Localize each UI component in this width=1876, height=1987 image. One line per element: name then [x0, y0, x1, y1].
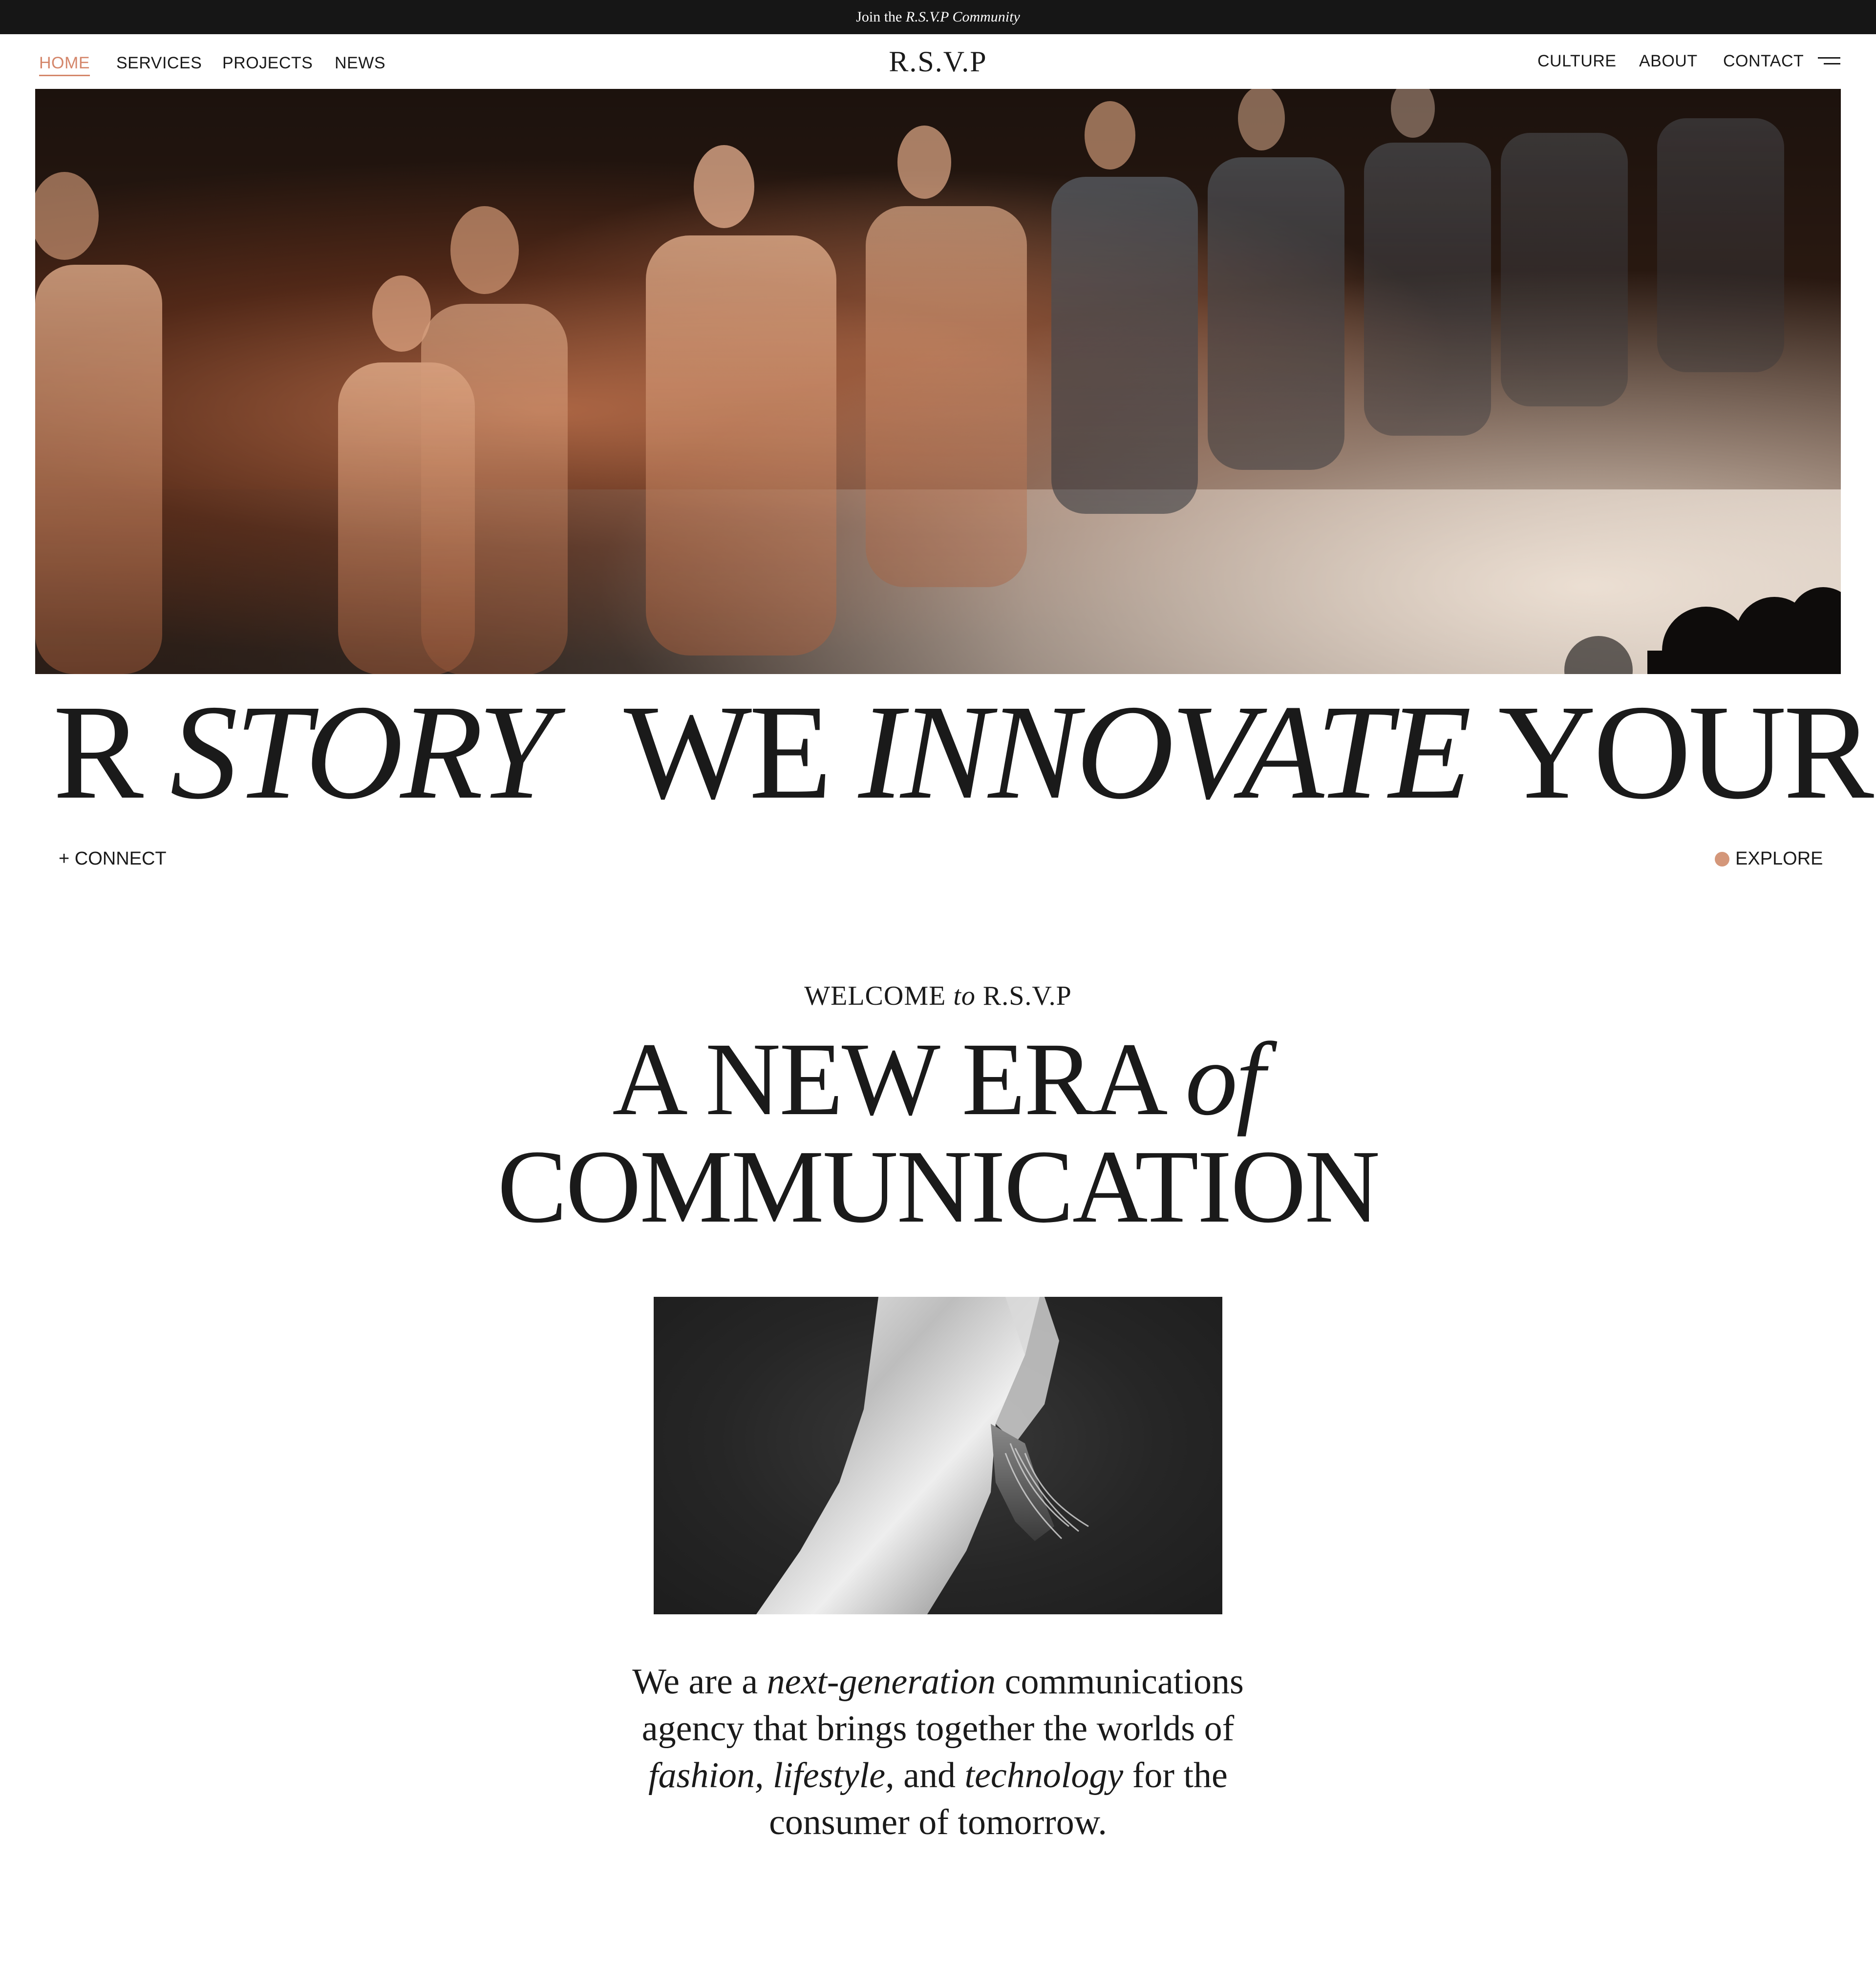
about-p3: and	[903, 1755, 956, 1796]
announcement-prefix: Join the	[856, 9, 902, 25]
hero-heading: A NEW ERA of COMMUNICATION	[0, 1026, 1876, 1241]
explore-dot-icon	[1715, 851, 1729, 867]
marquee-word-story: STORY	[170, 681, 554, 823]
nav-services[interactable]: SERVICES	[116, 54, 202, 73]
welcome-eyebrow: WELCOME to R.S.V.P	[0, 980, 1876, 1012]
nav-projects[interactable]: PROJECTS	[222, 54, 313, 73]
marquee-word-innovate: INNOVATE	[858, 681, 1471, 823]
welcome-post: R.S.V.P	[982, 981, 1072, 1011]
about-i3: technology	[964, 1755, 1124, 1796]
marquee-track: R STORY WE INNOVATE YOUR	[53, 681, 1874, 823]
about-i1: next-generation	[767, 1662, 996, 1702]
explore-link[interactable]: EXPLORE	[1715, 848, 1823, 869]
announcement-highlight: R.S.V.P Community	[905, 9, 1020, 25]
marquee-word-we: WE	[623, 681, 832, 823]
hamburger-menu-icon[interactable]	[1818, 56, 1840, 67]
heading-line1-main: A NEW ERA	[612, 1021, 1162, 1137]
feature-dress-illustration	[756, 1297, 1089, 1614]
about-paragraph: We are a next-generation communications …	[586, 1658, 1290, 1846]
site-logo[interactable]: R.S.V.P	[889, 45, 987, 78]
marquee-word-r: R	[53, 681, 144, 823]
feature-fashion-image	[654, 1297, 1222, 1614]
announcement-bar[interactable]: Join the R.S.V.P Community	[0, 0, 1876, 34]
welcome-pre: WELCOME	[804, 981, 946, 1011]
marquee-word-your: YOUR	[1498, 681, 1874, 823]
about-i2: fashion, lifestyle,	[648, 1755, 895, 1796]
nav-contact[interactable]: CONTACT	[1723, 52, 1804, 71]
nav-culture[interactable]: CULTURE	[1537, 52, 1617, 71]
connect-link[interactable]: + CONNECT	[59, 848, 167, 869]
hero-runway-image	[35, 89, 1841, 674]
explore-label: EXPLORE	[1735, 848, 1823, 869]
about-p1: We are a	[632, 1662, 758, 1702]
heading-line1-italic: of	[1185, 1021, 1265, 1137]
welcome-mid: to	[953, 981, 976, 1011]
hero-runway-illustration	[35, 89, 1841, 674]
nav-news[interactable]: NEWS	[335, 54, 385, 73]
nav-about[interactable]: ABOUT	[1639, 52, 1698, 71]
marquee-headline: R STORY WE INNOVATE YOUR	[0, 681, 1876, 823]
heading-line2: COMMUNICATION	[497, 1129, 1380, 1245]
nav-home[interactable]: HOME	[39, 54, 90, 76]
